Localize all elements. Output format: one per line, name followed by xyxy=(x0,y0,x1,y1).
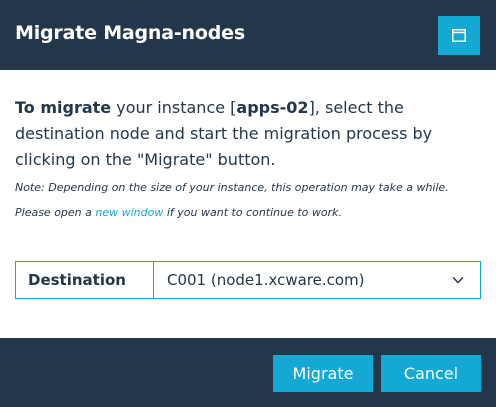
dialog-title: Migrate Magna-nodes xyxy=(15,22,245,44)
destination-row: Destination C001 (node1.xcware.com) xyxy=(15,261,481,299)
open-window-button[interactable] xyxy=(438,16,480,55)
window-icon xyxy=(452,29,466,42)
destination-label: Destination xyxy=(16,262,154,298)
destination-select[interactable]: C001 (node1.xcware.com) xyxy=(154,262,480,298)
dialog-body: To migrate your instance [apps-02], sele… xyxy=(0,70,496,338)
new-window-link[interactable]: new window xyxy=(95,206,163,219)
cancel-button[interactable]: Cancel xyxy=(381,355,481,392)
intro-text-before-instance: your instance [ xyxy=(111,98,237,117)
note-text-after-link: if you want to continue to work. xyxy=(163,206,343,219)
intro-bold-prefix: To migrate xyxy=(15,98,112,117)
note-text: Note: Depending on the size of your inst… xyxy=(15,175,485,225)
chevron-down-icon xyxy=(452,276,464,284)
instance-name: apps-02 xyxy=(236,98,309,117)
dialog-footer: Migrate Cancel xyxy=(0,338,496,407)
dialog-header: Migrate Magna-nodes xyxy=(0,0,496,70)
intro-text: To migrate your instance [apps-02], sele… xyxy=(15,95,481,173)
migrate-dialog: Migrate Magna-nodes To migrate your inst… xyxy=(0,0,496,407)
destination-selected-value: C001 (node1.xcware.com) xyxy=(167,271,365,289)
migrate-button[interactable]: Migrate xyxy=(273,355,373,392)
